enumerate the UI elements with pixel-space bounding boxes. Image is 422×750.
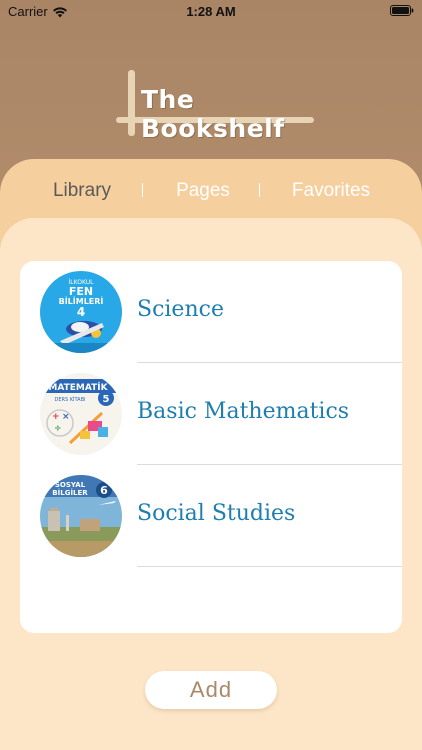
logo-shelf-post — [128, 70, 135, 136]
app-title: The Bookshelf — [141, 85, 285, 143]
tab-pages[interactable]: Pages — [174, 180, 232, 202]
book-title: Social Studies — [137, 501, 296, 526]
book-row-social-studies[interactable]: SOSYAL BİLGİLER 6 Social Studies — [20, 465, 402, 567]
svg-text:SOSYAL: SOSYAL — [55, 481, 86, 489]
svg-text:6: 6 — [100, 484, 108, 497]
tab-divider — [142, 183, 143, 197]
book-title: Science — [137, 297, 224, 322]
svg-text:×: × — [62, 412, 70, 422]
mathematics-book-cover-icon: MATEMATİK DERS KİTABI 5 + × ÷ — [40, 373, 122, 455]
row-separator — [137, 566, 402, 567]
social-studies-book-cover-icon: SOSYAL BİLGİLER 6 — [40, 475, 122, 557]
svg-text:MATEMATİK: MATEMATİK — [48, 382, 108, 393]
svg-text:+: + — [52, 412, 60, 422]
book-row-science[interactable]: İLKOKUL FEN BİLİMLERİ 4 Science — [20, 261, 402, 363]
segmented-tabs: Library Pages Favorites — [0, 177, 422, 205]
book-list: İLKOKUL FEN BİLİMLERİ 4 Science MATEMATİ… — [20, 261, 402, 633]
science-book-cover-icon: İLKOKUL FEN BİLİMLERİ 4 — [40, 271, 122, 353]
status-bar: Carrier 1:28 AM — [0, 0, 422, 22]
tab-library[interactable]: Library — [50, 180, 114, 202]
app-logo: The Bookshelf — [116, 70, 316, 143]
tab-favorites[interactable]: Favorites — [288, 180, 374, 202]
book-title: Basic Mathematics — [137, 399, 350, 424]
tab-divider — [259, 183, 260, 197]
app-screen: Carrier 1:28 AM The Bookshelf Library Pa… — [0, 0, 422, 750]
svg-text:5: 5 — [103, 394, 110, 405]
svg-text:÷: ÷ — [54, 424, 62, 434]
battery-icon — [390, 5, 414, 16]
svg-text:DERS KİTABI: DERS KİTABI — [55, 396, 86, 403]
book-row-basic-mathematics[interactable]: MATEMATİK DERS KİTABI 5 + × ÷ Basic Math… — [20, 363, 402, 465]
status-time: 1:28 AM — [186, 4, 236, 19]
add-button[interactable]: Add — [145, 671, 277, 709]
svg-text:BİLGİLER: BİLGİLER — [52, 488, 88, 497]
svg-text:4: 4 — [77, 305, 85, 319]
